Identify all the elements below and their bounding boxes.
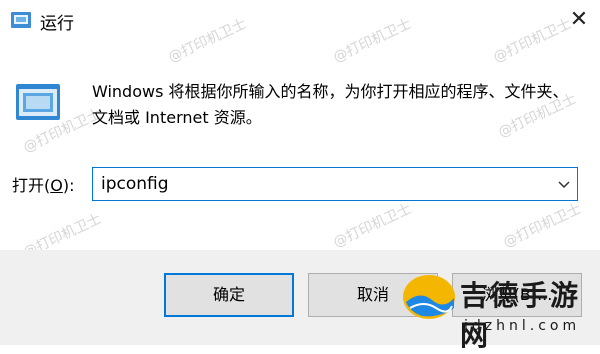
- site-badge: 吉德手游网 jdzhnl.com: [400, 268, 600, 352]
- badge-name: 吉德手游网: [460, 279, 581, 352]
- ok-button[interactable]: 确定: [164, 273, 294, 317]
- open-input[interactable]: ipconfig: [101, 168, 169, 200]
- watermark: @打印机卫士: [330, 200, 414, 251]
- open-label-accelerator: O: [50, 176, 63, 195]
- close-icon[interactable]: ✕: [564, 6, 594, 34]
- open-label-prefix: 打开(: [12, 176, 51, 195]
- description-text: Windows 将根据你所输入的名称，为你打开相应的程序、文件夹、文档或 Int…: [92, 82, 569, 127]
- open-combobox[interactable]: ipconfig: [92, 167, 578, 201]
- badge-url: jdzhnl.com: [464, 318, 581, 334]
- watermark: @打印机卫士: [500, 200, 584, 251]
- chevron-down-icon[interactable]: [557, 177, 571, 191]
- title-bar: 运行 ✕: [0, 0, 600, 40]
- run-app-icon: [11, 12, 31, 28]
- open-label: 打开(O):: [12, 175, 74, 197]
- run-dialog-icon: [16, 84, 60, 120]
- window-title: 运行: [40, 14, 74, 34]
- badge-logo-icon: [403, 275, 455, 319]
- open-label-suffix: ):: [62, 176, 75, 195]
